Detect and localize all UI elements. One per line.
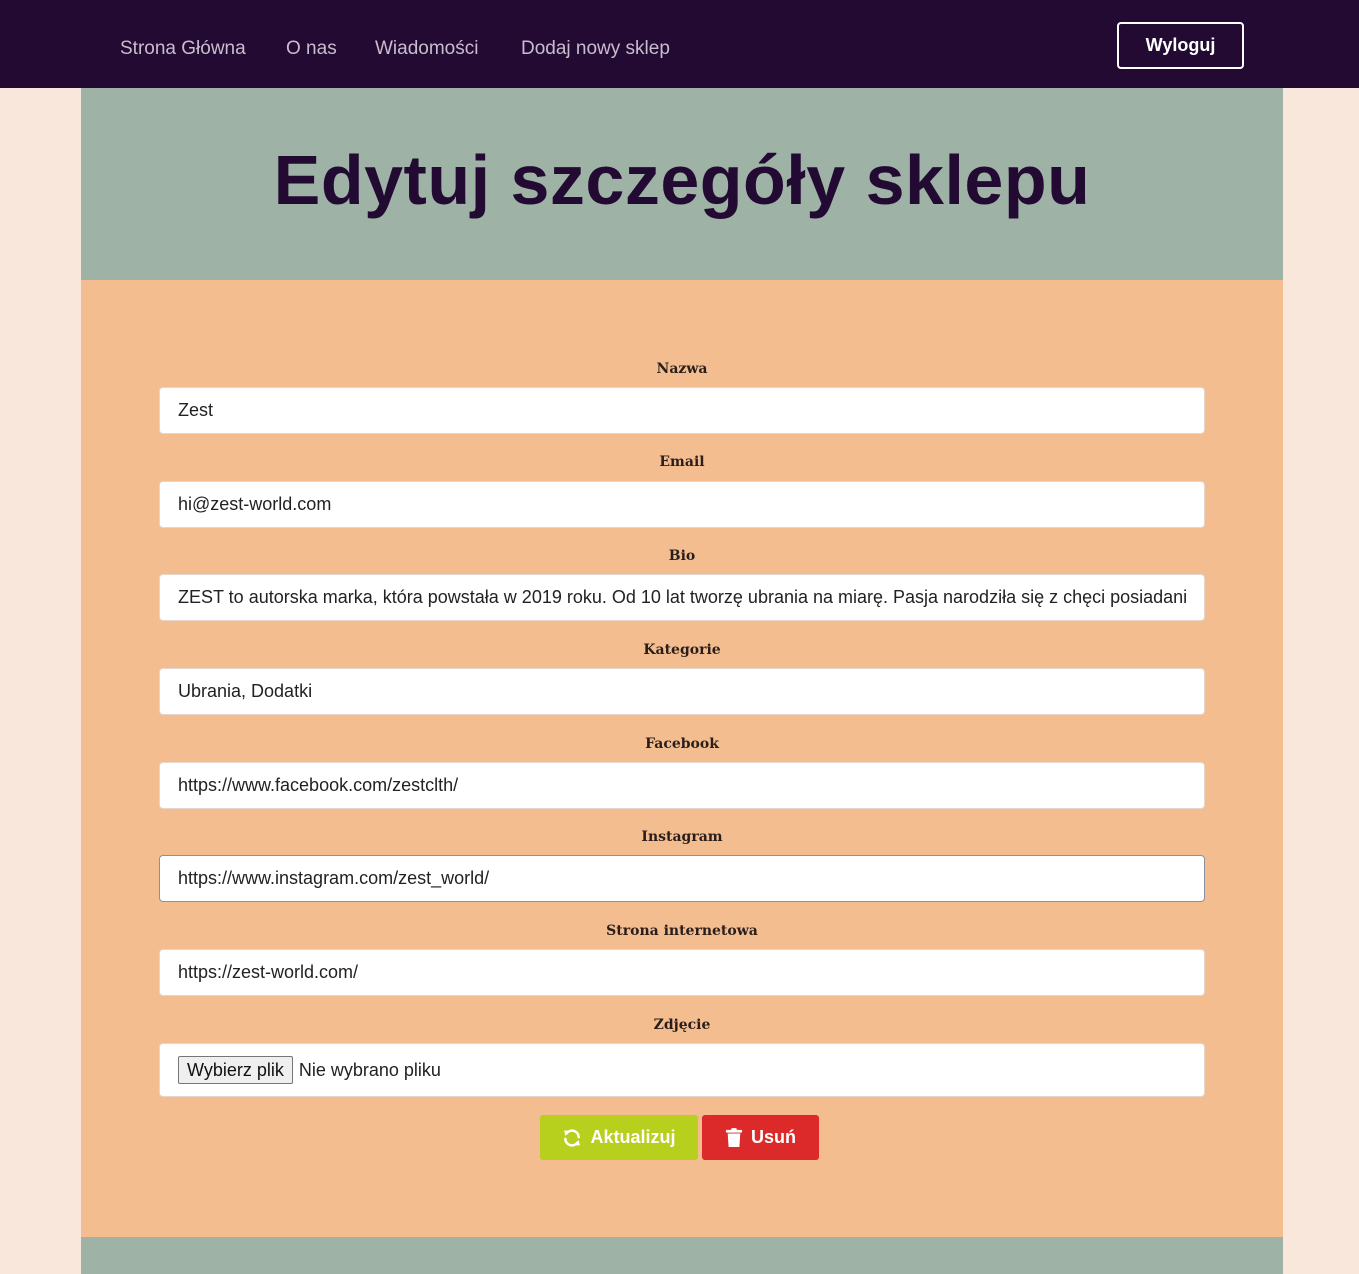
- photo-label: Zdjęcie: [653, 1017, 711, 1033]
- delete-label: Usuń: [751, 1127, 796, 1147]
- page-header: Edytuj szczegóły sklepu: [81, 88, 1283, 280]
- bio-label: Bio: [668, 548, 696, 564]
- website-input[interactable]: [159, 949, 1205, 996]
- delete-button[interactable]: Usuń: [702, 1115, 819, 1160]
- edit-shop-form: Nazwa Email Bio Kategorie Facebook Insta…: [81, 280, 1283, 1237]
- instagram-input[interactable]: [159, 855, 1205, 902]
- nav-link-home[interactable]: Strona Główna: [120, 38, 246, 60]
- choose-file-button[interactable]: Wybierz plik: [178, 1056, 293, 1084]
- nav-link-add-shop[interactable]: Dodaj nowy sklep: [521, 38, 670, 60]
- categories-input[interactable]: [159, 668, 1205, 715]
- update-label: Aktualizuj: [590, 1127, 676, 1147]
- navbar: Strona Główna O nas Wiadomości Dodaj now…: [0, 0, 1359, 88]
- page-title: Edytuj szczegóły sklepu: [273, 141, 1091, 219]
- file-status: Nie wybrano pliku: [298, 1059, 441, 1080]
- email-label: Email: [659, 454, 705, 470]
- trash-icon: [725, 1127, 743, 1147]
- name-label: Nazwa: [656, 361, 708, 377]
- facebook-input[interactable]: [159, 762, 1205, 809]
- email-input[interactable]: [159, 481, 1205, 528]
- nav-link-messages[interactable]: Wiadomości: [375, 38, 478, 60]
- nav-link-about[interactable]: O nas: [286, 38, 337, 60]
- footer-band: [81, 1237, 1283, 1274]
- photo-file-input[interactable]: Wybierz plik Nie wybrano pliku: [159, 1043, 1205, 1097]
- facebook-label: Facebook: [645, 736, 719, 752]
- logout-button[interactable]: Wyloguj: [1117, 22, 1244, 69]
- bio-input[interactable]: [159, 574, 1205, 621]
- update-button[interactable]: Aktualizuj: [540, 1115, 698, 1160]
- refresh-icon: [564, 1128, 581, 1147]
- website-label: Strona internetowa: [606, 923, 758, 939]
- name-input[interactable]: [159, 387, 1205, 434]
- instagram-label: Instagram: [641, 829, 723, 845]
- categories-label: Kategorie: [643, 642, 721, 658]
